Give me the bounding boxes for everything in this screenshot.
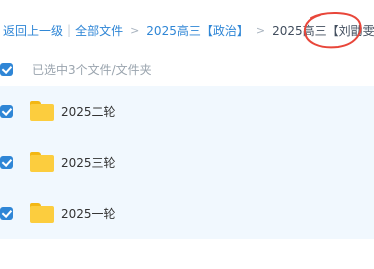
file-name[interactable]: 2025一轮 — [61, 205, 116, 222]
breadcrumb-divider: | — [67, 23, 72, 37]
breadcrumb: 返回上一级 | 全部文件 > 2025高三【政治】 > 2025高三【刘勖雯 — [3, 20, 374, 40]
list-item[interactable]: 2025三轮 — [0, 144, 374, 180]
file-name[interactable]: 2025二轮 — [61, 103, 116, 120]
select-all-checkbox[interactable] — [0, 62, 13, 76]
list-item[interactable]: 2025二轮 — [0, 93, 374, 129]
breadcrumb-parent-folder[interactable]: 2025高三【政治】 — [146, 22, 249, 39]
breadcrumb-separator-icon: > — [130, 23, 140, 37]
row-checkbox[interactable] — [0, 104, 13, 118]
folder-icon — [30, 203, 54, 223]
folder-icon — [30, 152, 54, 172]
file-list: 2025二轮 2025三轮 2025一轮 — [0, 86, 374, 239]
row-checkbox[interactable] — [0, 206, 13, 220]
selection-summary: 已选中3个文件/文件夹 — [32, 62, 152, 77]
breadcrumb-all-files[interactable]: 全部文件 — [75, 22, 123, 39]
back-link[interactable]: 返回上一级 — [3, 22, 63, 39]
file-name[interactable]: 2025三轮 — [61, 154, 116, 171]
row-checkbox[interactable] — [0, 155, 13, 169]
folder-icon — [30, 101, 54, 121]
breadcrumb-current-folder: 2025高三【刘勖雯 — [272, 23, 374, 38]
breadcrumb-separator-icon: > — [255, 23, 266, 37]
select-all-row: 已选中3个文件/文件夹 — [0, 58, 374, 80]
list-item[interactable]: 2025一轮 — [0, 195, 374, 231]
